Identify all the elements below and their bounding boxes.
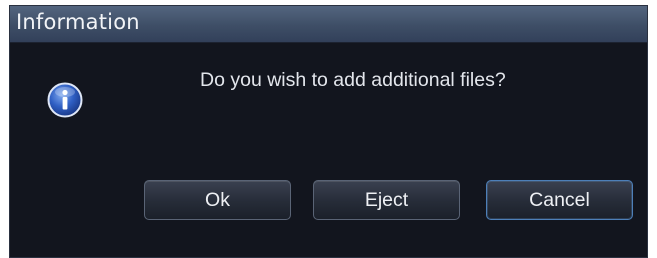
- cancel-button[interactable]: Cancel: [486, 180, 633, 220]
- ok-button[interactable]: Ok: [144, 180, 291, 220]
- info-icon: [47, 82, 83, 118]
- information-dialog: Information Do you wish to add additiona…: [9, 5, 648, 258]
- dialog-message: Do you wish to add additional files?: [200, 69, 506, 91]
- dialog-title: Information: [16, 10, 140, 34]
- eject-button[interactable]: Eject: [313, 180, 460, 220]
- dialog-titlebar[interactable]: Information: [10, 6, 647, 43]
